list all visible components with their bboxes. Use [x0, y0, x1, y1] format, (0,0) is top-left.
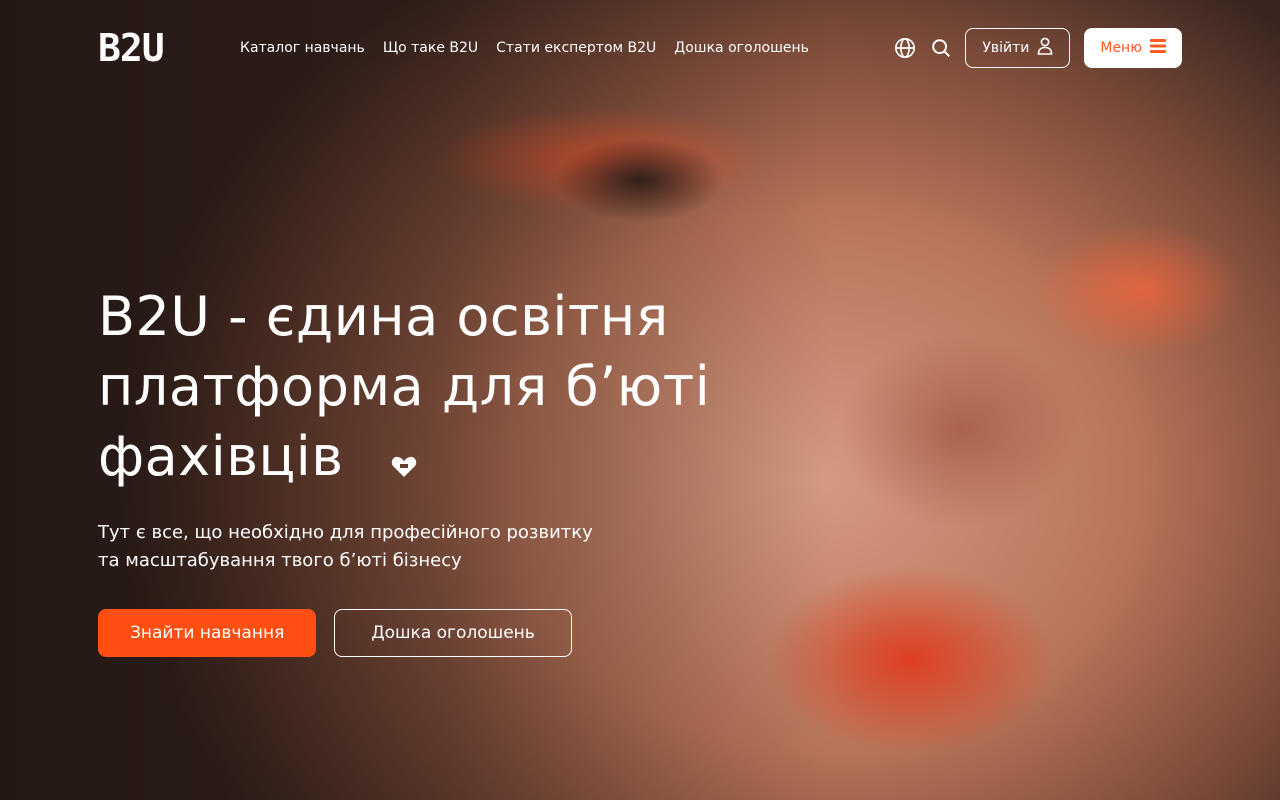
- menu-button-label: Меню: [1100, 40, 1142, 56]
- hero-title: B2U - єдина освітня платформа для б’юті …: [98, 282, 798, 495]
- main-nav: Каталог навчань Що таке B2U Стати експер…: [240, 40, 809, 56]
- nav-link-board[interactable]: Дошка оголошень: [674, 40, 809, 56]
- nav-link-become-expert[interactable]: Стати експертом B2U: [496, 40, 656, 56]
- hero-title-line-3: фахівців: [98, 425, 344, 488]
- find-training-button[interactable]: Знайти навчання: [98, 609, 317, 658]
- site-header: B2U Каталог навчань Що таке B2U Стати ек…: [98, 26, 1182, 70]
- hero-subtitle-line-2: та масштабування твого б’юті бізнесу: [98, 550, 462, 572]
- nav-link-catalog[interactable]: Каталог навчань: [240, 40, 365, 56]
- hero-content: B2U - єдина освітня платформа для б’юті …: [98, 282, 798, 658]
- search-icon[interactable]: [929, 36, 953, 60]
- hero-buttons: Знайти навчання Дошка оголошень: [98, 609, 798, 658]
- hero-section: B2U Каталог навчань Що таке B2U Стати ек…: [0, 0, 1280, 800]
- login-button-label: Увійти: [982, 40, 1030, 56]
- login-button[interactable]: Увійти: [965, 28, 1071, 68]
- hero-subtitle-line-1: Тут є все, що необхідно для професійного…: [98, 522, 593, 544]
- hero-subtitle: Тут є все, що необхідно для професійного…: [98, 519, 658, 575]
- globe-icon[interactable]: [893, 36, 917, 60]
- hamburger-icon: [1150, 39, 1166, 57]
- hero-title-line-2: платформа для б’юті: [98, 355, 711, 418]
- heart-icon: [391, 425, 417, 495]
- hero-title-line-1: B2U - єдина освітня: [98, 285, 669, 348]
- header-actions: Увійти Меню: [893, 28, 1182, 68]
- nav-link-about[interactable]: Що таке B2U: [383, 40, 478, 56]
- logo[interactable]: B2U: [98, 26, 218, 70]
- user-icon: [1037, 37, 1053, 59]
- menu-button[interactable]: Меню: [1084, 28, 1182, 68]
- bulletin-board-button[interactable]: Дошка оголошень: [334, 609, 572, 658]
